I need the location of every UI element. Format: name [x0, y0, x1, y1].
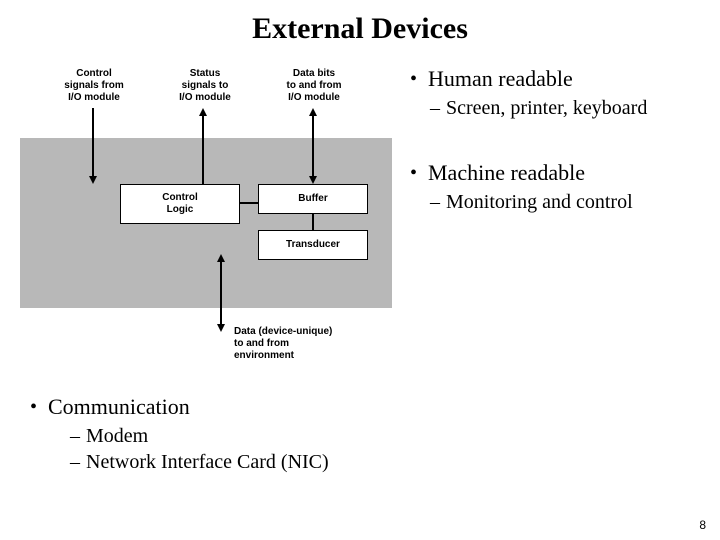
bullet-dot-icon: •: [410, 66, 428, 92]
page-number: 8: [699, 518, 706, 532]
text-column: • Human readable – Screen, printer, keyb…: [410, 66, 700, 386]
arrow-head-env-down: [217, 324, 225, 332]
arrow-head-env-up: [217, 254, 225, 262]
dash-icon: –: [70, 424, 86, 448]
label-status-signals: Status signals to I/O module: [170, 68, 240, 104]
sub-nic: – Network Interface Card (NIC): [70, 450, 690, 474]
box-buffer: Buffer: [258, 184, 368, 214]
diagram-column: Control signals from I/O module Status s…: [20, 66, 392, 386]
bullet-dot-icon: •: [410, 160, 428, 186]
lower-section: • Communication – Modem – Network Interf…: [0, 386, 720, 474]
arrow-head-data-down: [309, 176, 317, 184]
sub-human-label: Screen, printer, keyboard: [446, 96, 647, 120]
bullet-communication: • Communication: [30, 394, 690, 420]
arrow-line-data-top: [312, 116, 314, 178]
box-control-logic: Control Logic: [120, 184, 240, 224]
box-transducer: Transducer: [258, 230, 368, 260]
sub-machine-readable: – Monitoring and control: [430, 190, 700, 214]
connector-logic-buffer: [240, 202, 258, 204]
arrow-line-status: [202, 116, 204, 186]
io-diagram: Control signals from I/O module Status s…: [20, 66, 392, 386]
sub-human-readable: – Screen, printer, keyboard: [430, 96, 700, 120]
bullet-human-label: Human readable: [428, 66, 573, 92]
dash-icon: –: [70, 450, 86, 474]
connector-buffer-transducer: [312, 214, 314, 230]
bullet-machine-label: Machine readable: [428, 160, 585, 186]
bullet-dot-icon: •: [30, 394, 48, 420]
dash-icon: –: [430, 190, 446, 214]
dash-icon: –: [430, 96, 446, 120]
sub-modem: – Modem: [70, 424, 690, 448]
arrow-line-control: [92, 108, 94, 178]
content-row: Control signals from I/O module Status s…: [0, 46, 720, 386]
sub-nic-label: Network Interface Card (NIC): [86, 450, 329, 474]
arrow-head-control: [89, 176, 97, 184]
bullet-comm-label: Communication: [48, 394, 190, 420]
arrow-head-data-up: [309, 108, 317, 116]
sub-machine-label: Monitoring and control: [446, 190, 633, 214]
bullet-machine-readable: • Machine readable: [410, 160, 700, 186]
arrow-line-env: [220, 260, 222, 326]
label-data-bits: Data bits to and from I/O module: [274, 68, 354, 104]
label-environment-data: Data (device-unique) to and from environ…: [234, 326, 364, 362]
bullet-human-readable: • Human readable: [410, 66, 700, 92]
page-title: External Devices: [0, 0, 720, 46]
sub-modem-label: Modem: [86, 424, 148, 448]
arrow-head-status: [199, 108, 207, 116]
label-control-signals: Control signals from I/O module: [54, 68, 134, 104]
